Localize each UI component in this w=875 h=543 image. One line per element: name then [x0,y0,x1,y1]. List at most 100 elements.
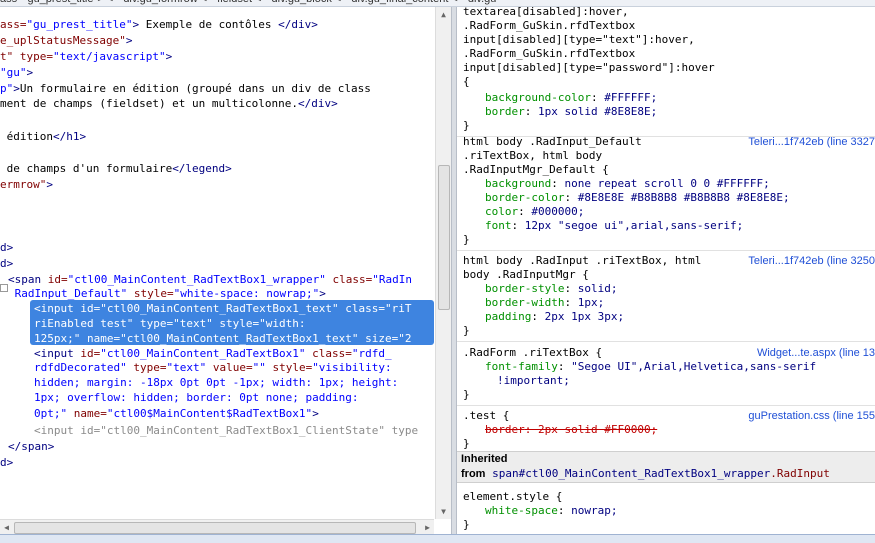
html-source-line[interactable]: d> [0,256,13,271]
html-source-line[interactable]: t" type="text/javascript"> [0,49,172,64]
property-name[interactable]: padding [485,310,531,323]
html-source-line[interactable]: 1px; overflow: hidden; border: 0pt none;… [34,390,359,405]
css-brace: } [463,233,470,246]
breadcrumb-item[interactable]: div.gu_block < [272,0,342,5]
html-selected-line[interactable]: 125px;" name="ctl00_MainContent_RadTextB… [34,331,412,346]
html-source-line[interactable]: rdfdDecorated" type="text" value="" styl… [34,360,392,375]
property-name[interactable]: border [485,423,525,436]
html-panel-horizontal-scrollbar[interactable]: ◀ ▶ [0,519,434,535]
html-token: 1px; overflow: hidden; border: 0pt none;… [34,391,359,404]
breadcrumb-item[interactable]: div.gu_formrow < [123,0,207,5]
property-value[interactable]: 12px "segoe ui",arial,sans-serif; [525,219,744,232]
property-name[interactable]: background [485,177,551,190]
html-source-line[interactable]: <input id="ctl00_MainContent_RadTextBox1… [34,346,392,361]
html-source-line[interactable]: <span id="ctl00_MainContent_RadTextBox1_… [8,272,412,287]
css-property[interactable]: background: none repeat scroll 0 0 #FFFF… [485,177,770,191]
property-name[interactable]: border-style [485,282,564,295]
property-name[interactable]: font-family [485,360,558,373]
css-property[interactable]: font: 12px "segoe ui",arial,sans-serif; [485,219,743,233]
property-name[interactable]: border [485,105,525,118]
css-source-link[interactable]: Widget...te.aspx (line 13 [757,346,875,360]
html-source-line[interactable]: e_uplStatusMessage"> [0,33,132,48]
scroll-down-arrow-icon[interactable]: ▼ [438,506,449,517]
css-property[interactable]: color: #000000; [485,205,584,219]
html-source-line[interactable]: ass="gu_prest_title"> Exemple de contôle… [0,17,318,32]
html-selected-line[interactable]: <input id="ctl00_MainContent_RadTextBox1… [34,301,412,316]
html-token: d> [0,456,14,469]
html-source-line[interactable]: RadInput_Default" style="white-space: no… [8,286,326,301]
html-source-line[interactable]: hidden; margin: -18px 0pt 0pt -1px; widt… [34,375,398,390]
inherited-selector-tag[interactable]: span [492,467,519,480]
css-selector: .RadForm .riTextBox { [463,346,603,359]
element-style-property[interactable]: white-space: nowrap; [485,504,617,518]
css-property[interactable]: border-color: #8E8E8E #B8B8B8 #B8B8B8 #8… [485,191,790,205]
property-value[interactable]: "Segoe UI",Arial,Helvetica,sans-serif [571,360,816,373]
breadcrumb-item[interactable]: div.gu_final_content < [351,0,458,5]
property-value[interactable]: nowrap; [571,504,617,517]
css-property[interactable]: padding: 2px 1px 3px; [485,310,624,324]
html-source-line[interactable]: ment de champs (fieldset) et un multicol… [0,96,338,111]
css-property[interactable]: background-color: #FFFFFF; [485,91,657,105]
property-value[interactable]: none repeat scroll 0 0 #FFFFFF; [564,177,769,190]
scroll-left-arrow-icon[interactable]: ◀ [1,522,12,533]
property-name[interactable]: border-color [485,191,564,204]
html-token: "RadIn [372,273,413,286]
breadcrumb-item[interactable]: fieldset < [217,0,261,5]
html-source-line[interactable]: p">Un formulaire en édition (groupé dans… [0,81,371,96]
property-name[interactable]: border-width [485,296,564,309]
css-property[interactable]: border-width: 1px; [485,296,604,310]
html-source-line[interactable]: "gu"> [0,65,33,80]
hscroll-thumb[interactable] [14,522,416,534]
html-token: style= [265,361,313,374]
css-property[interactable]: border: 2px solid #FF0000; [485,423,657,437]
html-token: type= [126,361,167,374]
collapse-toggle-icon[interactable] [0,284,8,292]
html-source-line[interactable]: de champs d'un formulaire</legend> [0,161,232,176]
css-property[interactable]: border-style: solid; [485,282,617,296]
html-source-line[interactable] [0,209,7,224]
css-property[interactable]: border: 1px solid #8E8E8E; [485,105,657,119]
html-source-line[interactable] [0,225,7,240]
css-source-link[interactable]: guPrestation.css (line 155 [748,409,875,423]
html-source-line[interactable]: ermrow"> [0,177,53,192]
inherited-selector-class[interactable]: .RadInput [770,467,830,480]
html-selected-line[interactable]: riEnabled test" type="text" style="width… [34,316,306,331]
css-source-link[interactable]: Teleri...1f742eb (line 3250 [748,254,875,268]
html-source-line[interactable]: d> [0,455,13,470]
html-source-line[interactable]: <input id="ctl00_MainContent_RadTextBox1… [34,423,418,438]
css-property[interactable]: font-family: "Segoe UI",Arial,Helvetica,… [485,360,816,374]
html-panel-vertical-scrollbar[interactable]: ▲ ▼ [435,7,451,519]
property-value[interactable]: #FFFFFF; [604,91,657,104]
property-name[interactable]: background-color [485,91,591,104]
html-token: <input id="ctl00_MainContent_RadTextBox1… [34,424,419,437]
property-name[interactable]: color [485,205,518,218]
html-source-line[interactable]: édition</h1> [0,129,87,144]
scroll-thumb[interactable] [438,165,450,310]
html-token: <input id="ctl00_MainContent_RadTextBox1… [34,302,412,315]
property-value[interactable]: #8E8E8E #B8B8B8 #B8B8B8 #8E8E8E; [578,191,790,204]
breadcrumb-item[interactable]: ass="gu_prest_title"> < [0,0,113,5]
scroll-up-arrow-icon[interactable]: ▲ [438,9,449,20]
html-source-line[interactable]: </span> [8,439,54,454]
inherited-selector-id[interactable]: #ctl00_MainContent_RadTextBox1_wrapper [519,467,771,480]
property-value[interactable]: 2px 1px 3px; [545,310,624,323]
html-source-line[interactable] [0,145,7,160]
property-value[interactable]: 2px solid #FF0000; [538,423,657,436]
html-source-line[interactable] [0,193,7,208]
html-token: </legend> [172,162,232,175]
html-source-line[interactable]: 0pt;" name="ctl00$MainContent$RadTextBox… [34,406,319,421]
property-name[interactable]: font [485,219,512,232]
html-source-line[interactable] [0,113,7,128]
css-source-link[interactable]: Teleri...1f742eb (line 3327 [748,135,875,149]
property-value[interactable]: 1px solid #8E8E8E; [538,105,657,118]
html-source-line[interactable]: d> [0,240,13,255]
inherited-from[interactable]: from span#ctl00_MainContent_RadTextBox1_… [461,467,830,480]
scroll-right-arrow-icon[interactable]: ▶ [422,522,433,533]
breadcrumb-item[interactable]: div.gu [468,0,497,5]
property-value[interactable]: 1px; [578,296,605,309]
html-token: Un formulaire en édition (groupé dans un… [19,82,371,95]
rule-separator [457,341,875,342]
property-value[interactable]: #000000; [531,205,584,218]
property-name[interactable]: white-space [485,504,558,517]
property-value[interactable]: solid; [578,282,618,295]
